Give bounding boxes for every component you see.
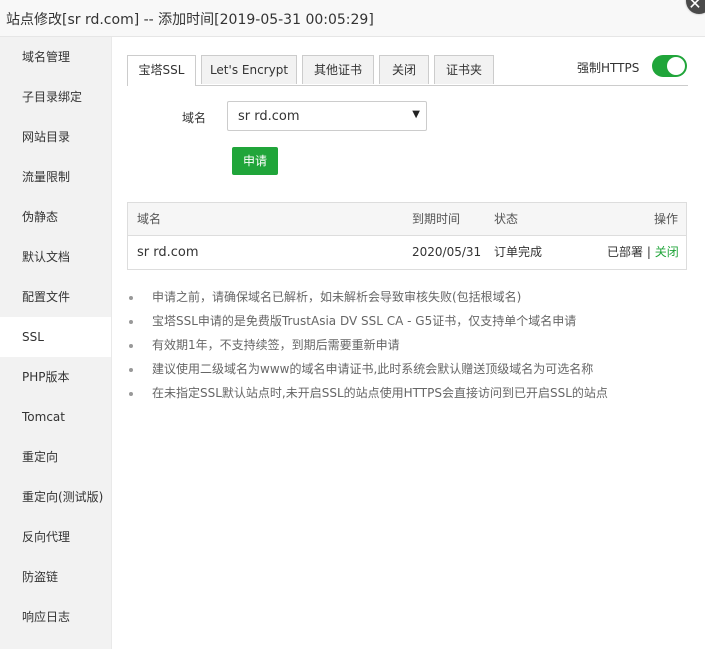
tab-close[interactable]: 关闭 [379, 55, 429, 84]
sidebar-item-site-directory[interactable]: 网站目录 [0, 117, 111, 157]
domain-label: 域名 [182, 111, 207, 125]
sidebar-item-redirect-beta[interactable]: 重定向(测试版) [0, 477, 111, 517]
tab-other-certificate[interactable]: 其他证书 [302, 55, 374, 84]
sidebar-item-ssl[interactable]: SSL [0, 317, 111, 357]
action-separator: | [646, 245, 651, 259]
sidebar-item-response-log[interactable]: 响应日志 [0, 597, 111, 637]
sidebar-item-traffic-limit[interactable]: 流量限制 [0, 157, 111, 197]
toggle-knob [667, 57, 685, 75]
header-actions: 操作 [654, 212, 679, 226]
list-item: 申请之前，请确保域名已解析，如未解析会导致审核失败(包括根域名) [127, 285, 687, 309]
sidebar-item-domain-management[interactable]: 域名管理 [0, 37, 111, 77]
sidebar-item-rewrite[interactable]: 伪静态 [0, 197, 111, 237]
table-header: 域名 到期时间 状态 操作 [128, 203, 686, 236]
sidebar-item-config-file[interactable]: 配置文件 [0, 277, 111, 317]
sidebar-item-tomcat[interactable]: Tomcat [0, 397, 111, 437]
close-button[interactable]: ✕ [686, 0, 705, 14]
dialog-title: 站点修改[sr rd.com] -- 添加时间[2019-05-31 00:05… [6, 12, 374, 28]
force-https-label: 强制HTTPS [577, 61, 640, 75]
list-item: 建议使用二级域名为www的域名申请证书,此时系统会默认赠送顶级域名为可选名称 [127, 357, 687, 381]
tab-lets-encrypt[interactable]: Let's Encrypt [201, 55, 297, 84]
list-item: 有效期1年，不支持续签，到期后需要重新申请 [127, 333, 687, 357]
tab-certificate-folder[interactable]: 证书夹 [434, 55, 494, 84]
row-actions: 已部署 | 关闭 [607, 236, 679, 268]
ssl-panel: 宝塔SSL Let's Encrypt 其他证书 关闭 证书夹 强制HTTPS … [112, 37, 705, 649]
certificate-table: 域名 到期时间 状态 操作 sr rd.com 2020/05/31 订单完成 … [127, 202, 687, 270]
tab-baota-ssl[interactable]: 宝塔SSL [127, 55, 196, 86]
domain-select-value: sr rd.com [238, 109, 300, 124]
row-domain: sr rd.com [137, 245, 199, 260]
dialog-titlebar[interactable]: 站点修改[sr rd.com] -- 添加时间[2019-05-31 00:05… [0, 0, 705, 37]
list-item: 在未指定SSL默认站点时,未开启SSL的站点使用HTTPS会直接访问到已开启SS… [127, 381, 687, 405]
domain-select[interactable]: sr rd.com ▼ [227, 101, 427, 131]
header-domain: 域名 [137, 212, 162, 226]
sidebar-item-reverse-proxy[interactable]: 反向代理 [0, 517, 111, 557]
apply-button[interactable]: 申请 [232, 147, 278, 175]
table-row: sr rd.com 2020/05/31 订单完成 已部署 | 关闭 [128, 236, 686, 269]
close-icon: ✕ [688, 0, 702, 13]
sidebar: 域名管理 子目录绑定 网站目录 流量限制 伪静态 默认文档 配置文件 SSL P… [0, 37, 112, 649]
row-expire: 2020/05/31 [412, 245, 482, 259]
sidebar-item-default-document[interactable]: 默认文档 [0, 237, 111, 277]
header-expire: 到期时间 [412, 212, 461, 226]
row-status: 订单完成 [494, 245, 543, 259]
sidebar-item-php-version[interactable]: PHP版本 [0, 357, 111, 397]
force-https-toggle[interactable] [652, 55, 687, 77]
dropdown-arrow-icon: ▼ [412, 109, 420, 120]
header-status: 状态 [494, 212, 519, 226]
close-ssl-link[interactable]: 关闭 [655, 245, 679, 259]
sidebar-item-redirect[interactable]: 重定向 [0, 437, 111, 477]
sidebar-item-subdirectory-binding[interactable]: 子目录绑定 [0, 77, 111, 117]
list-item: 宝塔SSL申请的是免费版TrustAsia DV SSL CA - G5证书，仅… [127, 309, 687, 333]
sidebar-item-hotlink-protection[interactable]: 防盗链 [0, 557, 111, 597]
deployed-label: 已部署 [607, 245, 644, 259]
tips-list: 申请之前，请确保域名已解析，如未解析会导致审核失败(包括根域名) 宝塔SSL申请… [127, 285, 687, 405]
